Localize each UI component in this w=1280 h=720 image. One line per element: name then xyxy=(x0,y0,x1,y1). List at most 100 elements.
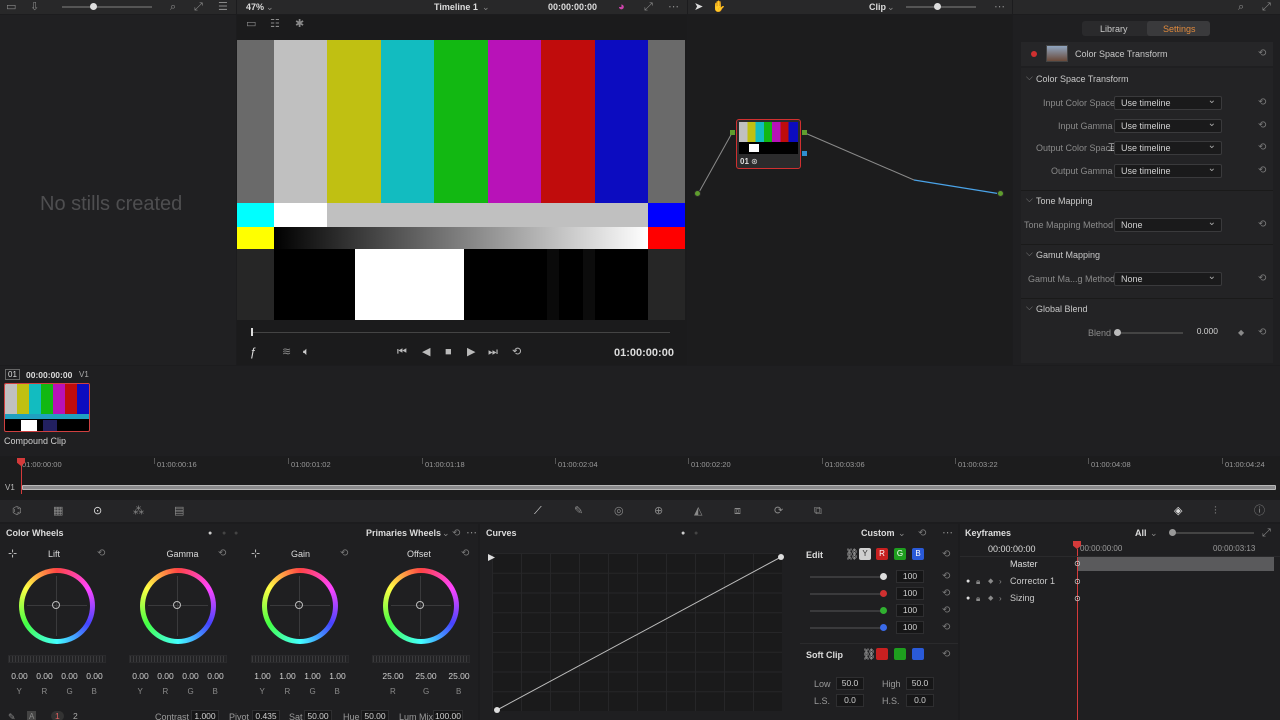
color-wheels-tab-icon[interactable]: ⊙ xyxy=(93,505,102,517)
output-gamma-select[interactable]: Use timeline xyxy=(1114,163,1222,178)
scopes-icon[interactable]: ⫶ xyxy=(1214,505,1217,517)
tab-library[interactable]: Library xyxy=(1100,24,1128,34)
keyframe-track-corrector[interactable]: Corrector 1 xyxy=(1010,576,1055,586)
curve-r-intensity-knob[interactable] xyxy=(880,590,887,597)
curve-y-reset-icon[interactable]: ⟲ xyxy=(942,571,950,582)
soft-clip-reset-icon[interactable]: ⟲ xyxy=(942,649,950,660)
blend-slider-knob[interactable] xyxy=(1114,329,1121,336)
viewer-mode-icon[interactable]: ▭ xyxy=(246,18,256,30)
timeline-chevron-icon[interactable]: ⌄ xyxy=(482,1,490,13)
output-color-space-select[interactable]: Use timeline xyxy=(1114,140,1222,155)
clip-thumbnail[interactable] xyxy=(4,383,90,432)
page-dot-3-icon[interactable]: ● xyxy=(234,528,238,540)
pointer-tool-icon[interactable]: ➤ xyxy=(694,1,703,13)
curves-more-icon[interactable]: ⋯ xyxy=(942,527,953,539)
input-color-space-select[interactable]: Use timeline xyxy=(1114,95,1222,110)
keyframe-track-sizing[interactable]: Sizing xyxy=(1010,593,1035,603)
blend-value[interactable]: 0.000 xyxy=(1186,326,1222,339)
auto-color-icon[interactable]: A xyxy=(27,711,37,720)
curve-b-reset-icon[interactable]: ⟲ xyxy=(942,622,950,633)
offset-value-g[interactable]: 25.00 xyxy=(411,671,441,684)
curve-r-reset-icon[interactable]: ⟲ xyxy=(942,588,950,599)
curve-b-intensity[interactable]: 100 xyxy=(896,621,924,634)
curve-point-start[interactable] xyxy=(494,707,500,713)
offset-wheel-handle[interactable] xyxy=(416,601,424,609)
lum-mix-input[interactable]: 100.00 xyxy=(433,710,463,720)
node-output[interactable] xyxy=(997,190,1004,197)
node-zoom-slider[interactable] xyxy=(906,6,976,8)
loop-icon[interactable]: ⟲ xyxy=(512,346,521,358)
fullscreen-icon[interactable]: ⤢ xyxy=(644,1,653,13)
gamma-reset-icon[interactable]: ⟲ xyxy=(218,548,226,559)
lift-wheel-handle[interactable] xyxy=(52,601,60,609)
keyframe-master-bar[interactable] xyxy=(1078,557,1274,571)
color-picker-icon[interactable]: ◕ xyxy=(618,1,625,13)
curves-edit-reset-icon[interactable]: ⟲ xyxy=(942,549,950,560)
sizing-expand-icon[interactable]: › xyxy=(999,593,1002,605)
blend-slider[interactable] xyxy=(1117,332,1183,334)
input-gamma-reset-icon[interactable]: ⟲ xyxy=(1258,120,1266,131)
zoom-chevron-icon[interactable]: ⌄ xyxy=(266,1,274,13)
offset-value-r[interactable]: 25.00 xyxy=(378,671,408,684)
keyframes-filter-select[interactable]: All xyxy=(1135,528,1147,538)
keyframes-zoom-slider[interactable] xyxy=(1172,532,1254,534)
skip-forward-icon[interactable]: ⏭︎ xyxy=(488,346,498,358)
gamma-master-wheel[interactable] xyxy=(129,655,227,663)
lift-value-g[interactable]: 0.00 xyxy=(58,671,81,684)
offset-master-wheel[interactable] xyxy=(372,655,470,663)
input-gamma-select[interactable]: Use timeline xyxy=(1114,118,1222,133)
hand-tool-icon[interactable]: ✋ xyxy=(712,1,726,13)
corrector-diamond-icon[interactable]: ◆ xyxy=(988,576,993,588)
soft-clip-ls-input[interactable]: 0.0 xyxy=(836,694,864,707)
gain-value-b[interactable]: 1.00 xyxy=(326,671,349,684)
page-dot-2-icon[interactable]: ● xyxy=(222,528,226,540)
wheels-page-1[interactable]: 1 xyxy=(51,711,64,720)
tone-mapping-method-select[interactable]: None xyxy=(1114,217,1222,232)
gamma-value-g[interactable]: 0.00 xyxy=(179,671,202,684)
lift-reset-icon[interactable]: ⟲ xyxy=(97,548,105,559)
curve-line[interactable] xyxy=(492,553,782,711)
viewer-layout-icon[interactable]: ☷ xyxy=(270,18,280,30)
step-back-icon[interactable]: ◀ xyxy=(422,346,430,358)
gain-reset-icon[interactable]: ⟲ xyxy=(340,548,348,559)
tracker-icon[interactable]: ⊕ xyxy=(654,505,663,517)
layer-icon[interactable]: ≋ xyxy=(282,346,291,358)
curves-link-icon[interactable]: ⛓︎ xyxy=(845,549,859,561)
keyframe-master-marker-icon[interactable]: ⊙ xyxy=(1074,558,1081,570)
blend-reset-icon[interactable]: ⟲ xyxy=(1258,327,1266,338)
lift-value-b[interactable]: 0.00 xyxy=(83,671,106,684)
soft-clip-high-input[interactable]: 50.0 xyxy=(906,677,934,690)
curve-g-intensity-slider[interactable] xyxy=(810,610,884,612)
node-zoom-knob[interactable] xyxy=(934,3,941,10)
gamut-mapping-method-select[interactable]: None xyxy=(1114,271,1222,286)
page-dot-icon[interactable]: ● xyxy=(208,528,212,540)
wheels-mode-select[interactable]: Primaries Wheels xyxy=(366,528,441,538)
info-icon[interactable]: ⓘ xyxy=(1254,505,1265,517)
skip-back-icon[interactable]: ⏮︎ xyxy=(397,346,407,358)
curves-chip-y[interactable]: Y xyxy=(859,548,871,560)
viewer-scrubber-track[interactable] xyxy=(252,332,670,333)
curves-chip-g[interactable]: G xyxy=(894,548,906,560)
rgb-mixer-icon[interactable]: ▤ xyxy=(174,505,184,517)
auto-balance-icon[interactable]: ✎ xyxy=(8,711,16,720)
keyframes-expand-icon[interactable]: ⤢ xyxy=(1262,527,1271,539)
output-color-space-reset-icon[interactable]: ⟲ xyxy=(1258,142,1266,153)
lift-master-wheel[interactable] xyxy=(8,655,106,663)
key-icon[interactable]: ⟳ xyxy=(774,505,783,517)
viewer-effects-icon[interactable]: ✱ xyxy=(295,18,304,30)
soft-clip-chip-b[interactable] xyxy=(912,648,924,660)
color-match-icon[interactable]: ▦ xyxy=(53,505,63,517)
curves-page-dot-icon[interactable]: ● xyxy=(681,528,685,540)
offset-value-b[interactable]: 25.00 xyxy=(444,671,474,684)
curve-g-reset-icon[interactable]: ⟲ xyxy=(942,605,950,616)
wheels-reset-all-icon[interactable]: ⟲ xyxy=(452,528,460,539)
curve-r-intensity[interactable]: 100 xyxy=(896,587,924,600)
lift-value-r[interactable]: 0.00 xyxy=(33,671,56,684)
fx-reset-icon[interactable]: ⟲ xyxy=(1258,48,1266,59)
gallery-view-icon[interactable]: ▭ xyxy=(6,1,16,13)
gamut-mapping-reset-icon[interactable]: ⟲ xyxy=(1258,273,1266,284)
node-mode-select[interactable]: Clip xyxy=(869,2,886,12)
timeline-name[interactable]: Timeline 1 xyxy=(434,2,478,12)
hue-input[interactable]: 50.00 xyxy=(361,710,389,720)
viewer-playhead[interactable] xyxy=(251,328,253,336)
